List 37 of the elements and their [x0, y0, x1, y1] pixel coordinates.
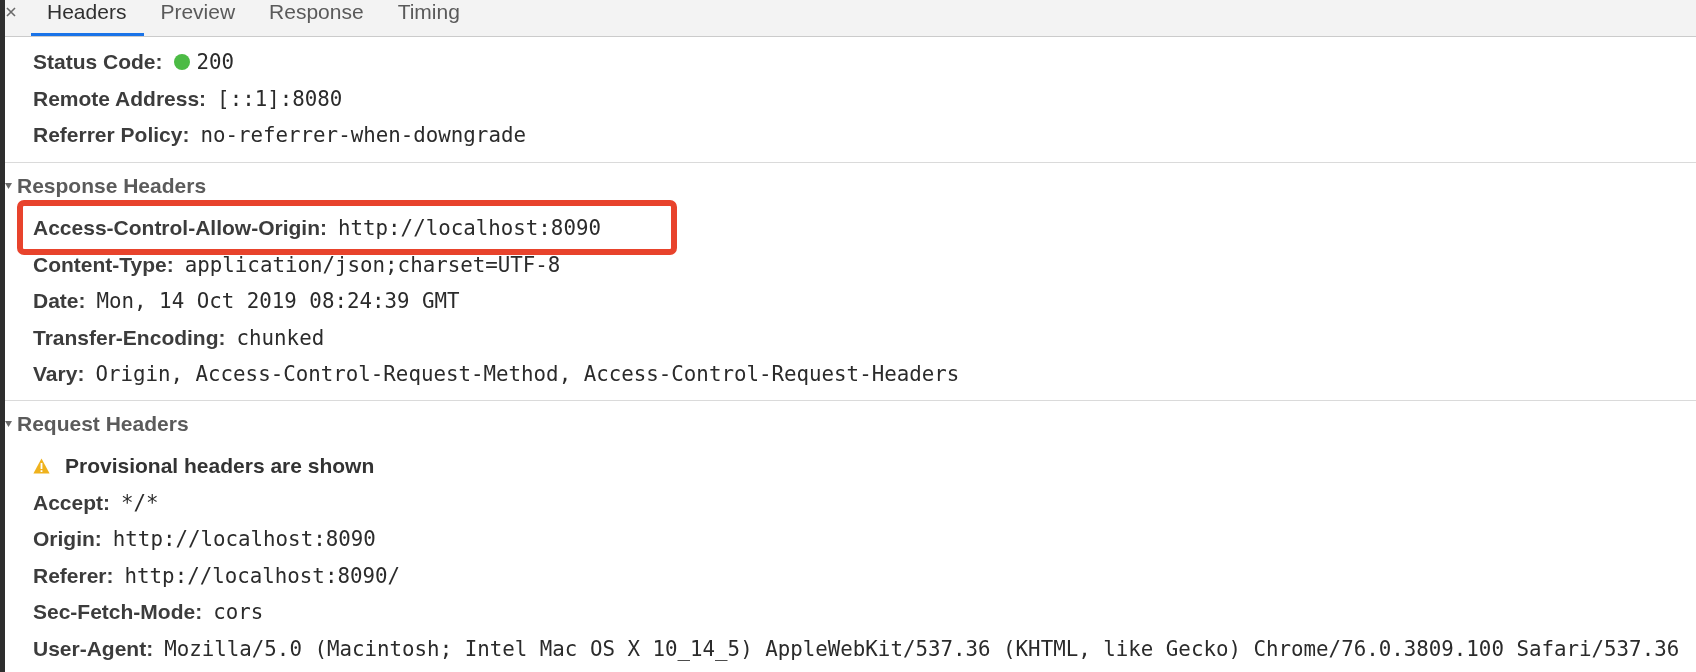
header-name: Remote Address:: [33, 86, 207, 111]
header-value: cors: [213, 600, 264, 625]
header-name: User-Agent:: [33, 637, 154, 661]
header-name: Content-Type:: [33, 252, 174, 277]
header-name: Sec-Fetch-Mode:: [33, 600, 203, 625]
header-name: Access-Control-Allow-Origin:: [33, 216, 327, 241]
header-name: Vary:: [33, 362, 85, 387]
header-value: Origin, Access-Control-Request-Method, Access-Control-Request-Headers: [95, 362, 960, 387]
header-name: Status Code:: [33, 50, 163, 75]
header-name: Transfer-Encoding:: [33, 325, 226, 350]
close-icon[interactable]: [6, 7, 16, 17]
header-name: Accept:: [33, 490, 111, 515]
header-value: chunked: [236, 325, 325, 350]
header-name: Origin:: [33, 527, 102, 552]
header-value: http://localhost:8090: [112, 527, 376, 552]
header-value: [::1]:8080: [217, 86, 343, 111]
header-name: Referrer Policy:: [33, 123, 190, 148]
tab[interactable]: Headers: [31, 0, 145, 36]
disclosure-triangle-icon[interactable]: [5, 182, 12, 189]
header-value: http://localhost:8090: [338, 216, 601, 241]
header-value: http://localhost:8090/: [124, 563, 400, 588]
tab[interactable]: Preview: [144, 0, 254, 36]
tab[interactable]: Response: [253, 0, 382, 36]
section-title[interactable]: Request Headers: [17, 411, 189, 436]
header-value: */*: [121, 490, 159, 515]
header-value: 200: [196, 50, 235, 75]
header-value: Mozilla/5.0 (Macintosh; Intel Mac OS X 10_14_5) AppleWebKit/537.36 (KHTML, like Gecko) Chrome/76.0.3809.100 Safari/537.36: [164, 637, 1680, 661]
header-value: application/json;charset=UTF-8: [184, 252, 561, 277]
header-name: Referer:: [33, 563, 114, 588]
section-title[interactable]: Response Headers: [17, 173, 207, 198]
tab[interactable]: Timing: [381, 0, 478, 36]
header-value: Mon, 14 Oct 2019 08:24:39 GMT: [96, 289, 460, 314]
warning-message: Provisional headers are shown: [65, 454, 375, 479]
warning-icon: [33, 458, 50, 475]
header-value: no-referrer-when-downgrade: [200, 123, 526, 148]
disclosure-triangle-icon[interactable]: [5, 420, 12, 427]
header-name: Date:: [33, 289, 86, 314]
